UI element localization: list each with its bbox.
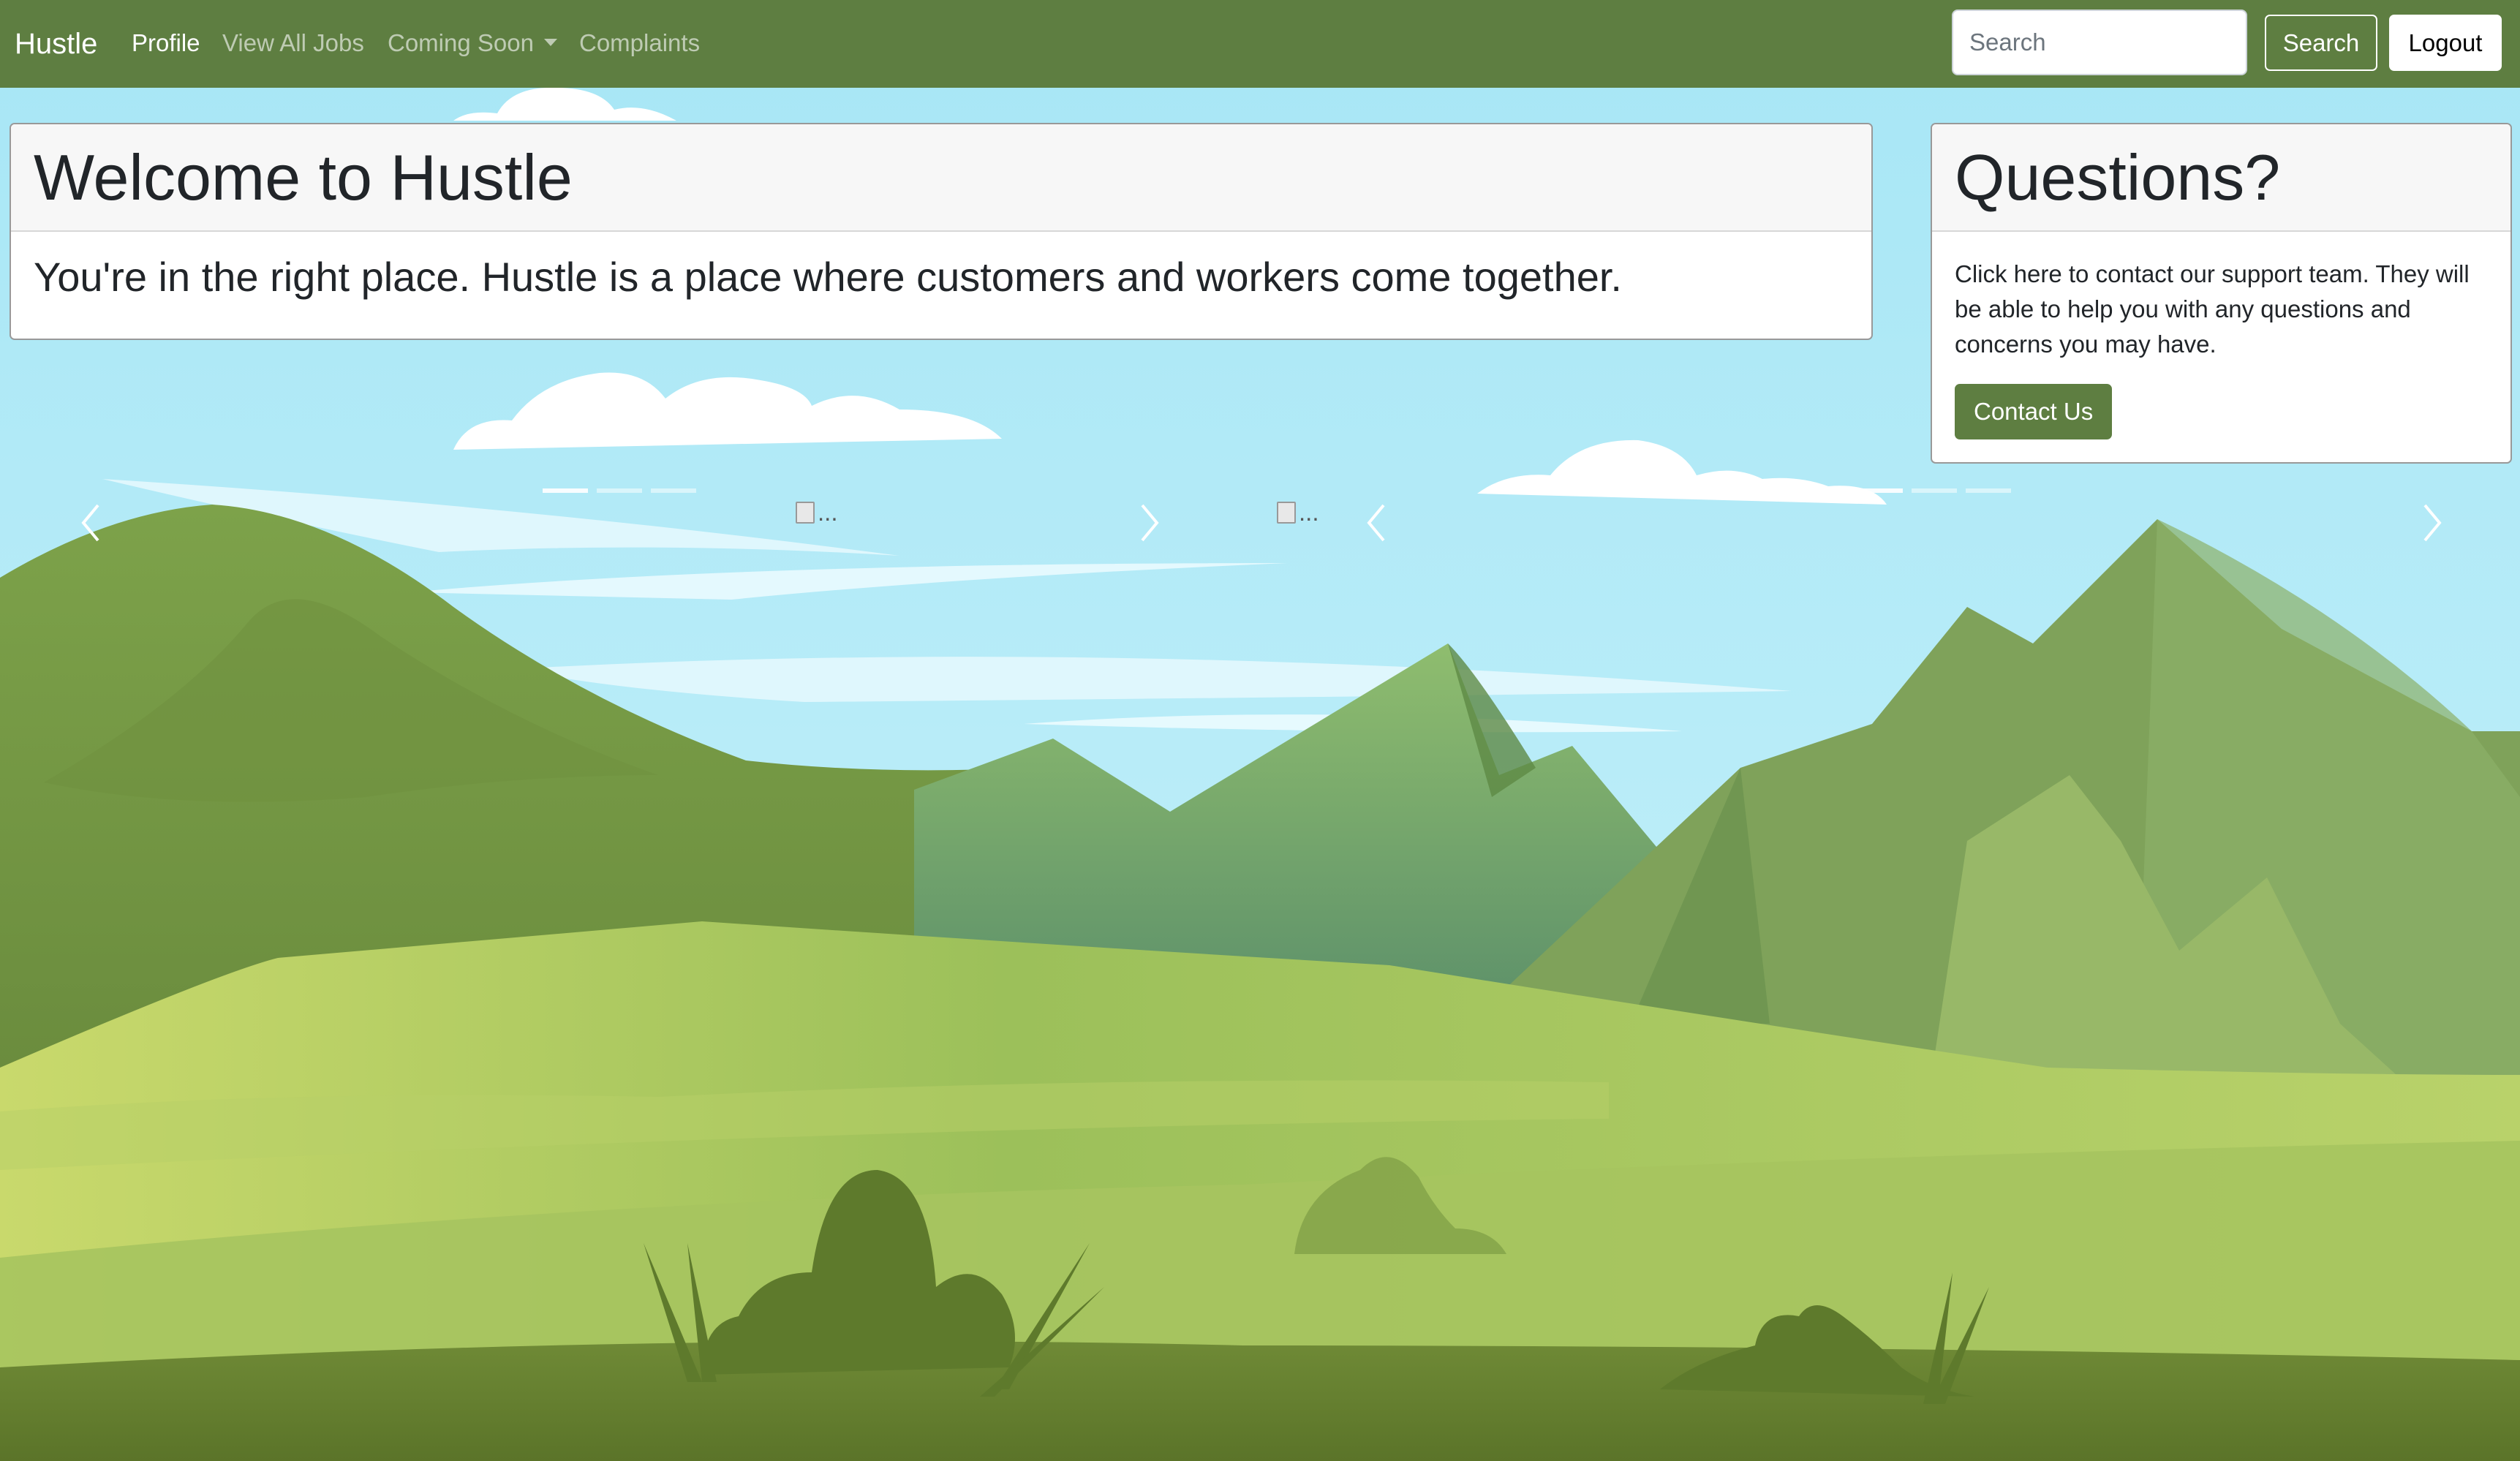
nav-link-profile[interactable]: Profile xyxy=(132,0,200,86)
questions-card-header: Questions? xyxy=(1932,124,2510,232)
carousel-image: ... xyxy=(1277,499,1319,526)
carousel-indicators xyxy=(1857,488,2011,493)
questions-card: Questions? Click here to contact our sup… xyxy=(1931,123,2512,464)
welcome-card-body: You're in the right place. Hustle is a p… xyxy=(11,232,1871,322)
welcome-subtitle: You're in the right place. Hustle is a p… xyxy=(34,254,1622,300)
welcome-card: Welcome to Hustle You're in the right pl… xyxy=(10,123,1873,340)
top-navbar: Hustle Profile View All Jobs Coming Soon… xyxy=(0,0,2520,88)
carousel-indicator[interactable] xyxy=(597,488,642,493)
carousel-indicator[interactable] xyxy=(1912,488,1957,493)
questions-text: Click here to contact our support team. … xyxy=(1955,260,2470,358)
image-carousel-1: ... xyxy=(0,468,1250,563)
nav-dropdown-label: Coming Soon xyxy=(388,29,534,56)
search-input[interactable] xyxy=(1952,10,2247,75)
chevron-left-icon[interactable] xyxy=(1362,501,1391,545)
nav-link-view-all-jobs[interactable]: View All Jobs xyxy=(222,0,364,86)
questions-title: Questions? xyxy=(1955,141,2281,214)
contact-us-button[interactable]: Contact Us xyxy=(1955,383,2113,439)
welcome-card-header: Welcome to Hustle xyxy=(11,124,1871,232)
carousel-indicator[interactable] xyxy=(1857,488,1903,493)
chevron-right-icon[interactable] xyxy=(1135,501,1164,545)
chevron-left-icon[interactable] xyxy=(76,501,105,545)
carousel-image-alt: ... xyxy=(1299,499,1319,526)
chevron-right-icon[interactable] xyxy=(2418,501,2447,545)
carousel-indicator[interactable] xyxy=(1966,488,2011,493)
logout-button[interactable]: Logout xyxy=(2389,15,2502,71)
carousel-indicator[interactable] xyxy=(651,488,696,493)
nav-dropdown-coming-soon[interactable]: Coming Soon xyxy=(388,0,557,86)
welcome-title: Welcome to Hustle xyxy=(34,141,573,214)
questions-card-body: Click here to contact our support team. … xyxy=(1932,232,2510,462)
carousel-indicators xyxy=(543,488,696,493)
carousel-image-alt: ... xyxy=(818,499,838,526)
broken-image-icon xyxy=(1277,502,1296,524)
image-carousel-2: ... xyxy=(1277,468,2520,563)
carousel-image: ... xyxy=(796,499,838,526)
caret-down-icon xyxy=(543,39,557,47)
nav-link-complaints[interactable]: Complaints xyxy=(579,0,700,86)
search-button[interactable]: Search xyxy=(2265,15,2377,71)
broken-image-icon xyxy=(796,502,815,524)
carousel-indicator[interactable] xyxy=(543,488,588,493)
brand-logo[interactable]: Hustle xyxy=(15,0,97,88)
